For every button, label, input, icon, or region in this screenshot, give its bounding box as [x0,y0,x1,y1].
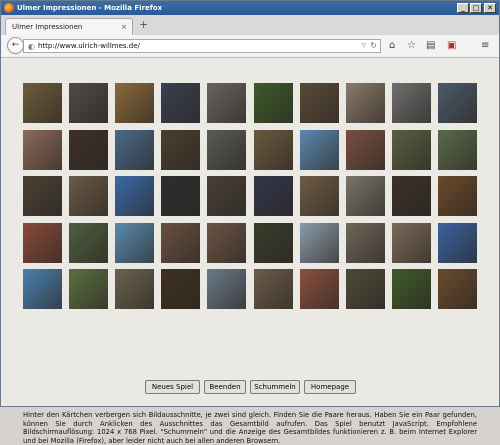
memory-tile[interactable] [392,176,431,216]
memory-tile[interactable] [115,83,154,123]
back-button[interactable]: ← [7,37,24,54]
page-content: Neues Spiel Beenden Schummeln Homepage H… [1,58,499,445]
memory-tile[interactable] [23,83,62,123]
memory-tile[interactable] [300,130,339,170]
instructions-text: Hinter den Kärtchen verbergen sich Bilda… [23,411,477,445]
memory-tile[interactable] [69,83,108,123]
homepage-button[interactable]: Homepage [304,380,356,394]
memory-tile[interactable] [300,176,339,216]
memory-tile[interactable] [346,269,385,309]
memory-tile[interactable] [69,130,108,170]
memory-tile[interactable] [161,176,200,216]
memory-tile[interactable] [346,130,385,170]
memory-tile[interactable] [346,223,385,263]
memory-tile[interactable] [438,130,477,170]
memory-tile[interactable] [254,223,293,263]
home-icon[interactable]: ⌂ [389,39,395,53]
memory-tile[interactable] [346,83,385,123]
end-button[interactable]: Beenden [204,380,246,394]
memory-tile[interactable] [23,223,62,263]
memory-tile[interactable] [207,269,246,309]
browser-window: Ulmer Impressionen - Mozilla Firefox _ □… [0,0,500,445]
site-identity-icon[interactable]: ◐ [28,41,35,53]
memory-tile[interactable] [438,83,477,123]
memory-tile[interactable] [23,269,62,309]
memory-tile[interactable] [438,176,477,216]
memory-tile[interactable] [161,223,200,263]
memory-tile[interactable] [438,269,477,309]
memory-tile[interactable] [207,223,246,263]
memory-tile[interactable] [254,176,293,216]
tab-label: Ulmer Impressionen [12,23,83,31]
memory-tile[interactable] [346,176,385,216]
memory-tile[interactable] [207,176,246,216]
memory-tile[interactable] [115,176,154,216]
new-tab-button[interactable]: + [139,18,148,32]
memory-tile[interactable] [69,223,108,263]
addon-icon[interactable]: ▣ [447,39,456,53]
memory-tile[interactable] [115,130,154,170]
memory-tile[interactable] [161,83,200,123]
memory-tile[interactable] [392,269,431,309]
new-game-button[interactable]: Neues Spiel [145,380,200,394]
tab-ulmer-impressionen[interactable]: Ulmer Impressionen × [5,18,133,35]
memory-tile[interactable] [300,223,339,263]
memory-tile[interactable] [300,83,339,123]
reload-icon[interactable]: ↻ [370,40,377,52]
bookmark-star-icon[interactable]: ☆ [407,39,416,53]
title-bar: Ulmer Impressionen - Mozilla Firefox _ □… [1,1,499,15]
history-dropdown-icon[interactable]: ▽ [361,40,366,52]
memory-tile[interactable] [161,269,200,309]
library-icon[interactable]: ▤ [426,39,435,53]
close-window-button[interactable]: ✕ [484,3,496,13]
memory-tile[interactable] [254,269,293,309]
game-buttons: Neues Spiel Beenden Schummeln Homepage [1,380,499,394]
memory-tile[interactable] [392,130,431,170]
window-title: Ulmer Impressionen - Mozilla Firefox [17,4,163,12]
memory-tile[interactable] [69,176,108,216]
tab-close-icon[interactable]: × [121,19,127,35]
memory-tile[interactable] [207,83,246,123]
memory-tile[interactable] [69,269,108,309]
memory-tile[interactable] [392,223,431,263]
memory-tile[interactable] [115,269,154,309]
tab-strip: Ulmer Impressionen × + [1,15,499,36]
firefox-icon [4,3,14,13]
memory-tile[interactable] [23,176,62,216]
url-text[interactable]: http://www.ulrich-willmes.de/ [38,40,140,52]
memory-tile[interactable] [392,83,431,123]
memory-tile[interactable] [438,223,477,263]
memory-tile[interactable] [23,130,62,170]
minimize-button[interactable]: _ [457,3,469,13]
memory-tile[interactable] [254,83,293,123]
navigation-toolbar: ◐ http://www.ulrich-willmes.de/ ▽ ↻ ← ⌂ … [1,35,499,58]
cheat-button[interactable]: Schummeln [250,380,300,394]
maximize-button[interactable]: □ [470,3,482,13]
memory-tile[interactable] [207,130,246,170]
memory-tile[interactable] [161,130,200,170]
memory-tile[interactable] [300,269,339,309]
memory-tile[interactable] [254,130,293,170]
url-bar[interactable]: ◐ http://www.ulrich-willmes.de/ ▽ ↻ [23,39,381,53]
menu-icon[interactable]: ≡ [481,39,489,53]
memory-tile[interactable] [115,223,154,263]
